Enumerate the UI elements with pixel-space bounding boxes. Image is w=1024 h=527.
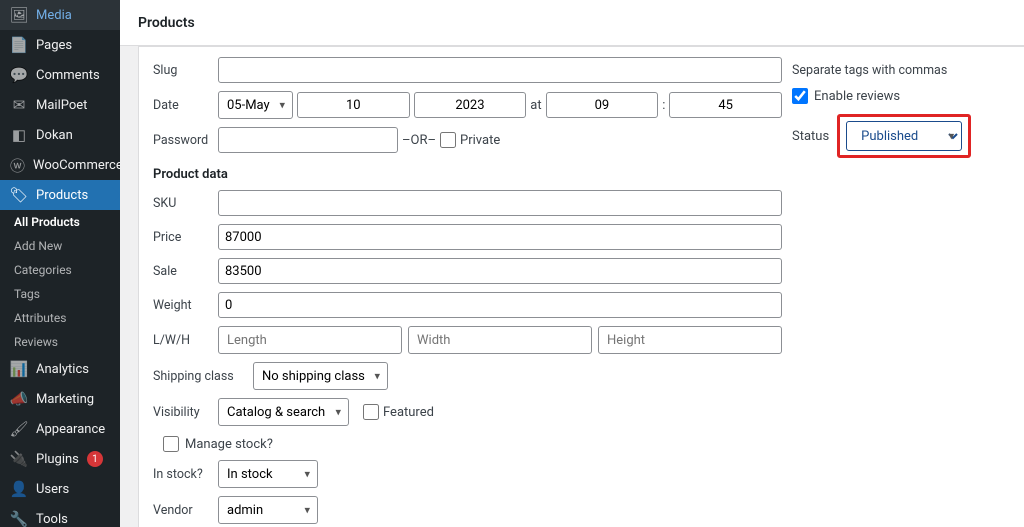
sku-input[interactable] [218,190,782,216]
menu-icon: 📣 [10,390,28,408]
lwh-label: L/W/H [153,333,218,348]
menu-icon: ◧ [10,126,28,144]
date-label: Date [153,98,218,113]
menu-icon: 🔧 [10,510,28,527]
sale-label: Sale [153,264,218,279]
sidebar-sub-attributes[interactable]: Attributes [0,306,120,330]
products-icon: 🏷 [10,186,28,204]
month-select[interactable]: 05-May [218,91,293,119]
enable-reviews-checkbox[interactable] [792,88,808,104]
sidebar-item-tools[interactable]: 🔧 Tools [0,504,120,527]
sidebar-item-label: Appearance [36,422,105,437]
sidebar-item-label: WooCommerce [33,158,123,173]
sidebar-item-label: Tools [36,512,68,527]
sidebar-item-plugins[interactable]: 🔌 Plugins 1 [0,444,120,474]
sidebar-item-label: Products [36,188,88,203]
status-label: Status [792,129,829,144]
main-area: Products ⚑ Activity Slug Date 05-May [120,0,1024,527]
menu-icon: 🔌 [10,450,28,468]
at-label: at [530,98,541,113]
sidebar-item-label: Media [36,8,72,23]
sidebar-item-label: Dokan [36,128,73,143]
menu-icon: ⓦ [10,156,25,174]
menu-icon: ✉ [10,96,28,114]
sidebar-item-label: Comments [36,68,100,83]
shipping-class-select[interactable]: No shipping class [253,362,388,390]
sidebar-sub-tags[interactable]: Tags [0,282,120,306]
hour-input[interactable] [546,92,659,118]
status-select[interactable]: Published [846,121,962,151]
day-input[interactable] [297,92,410,118]
weight-label: Weight [153,298,218,313]
sidebar-item-analytics[interactable]: 📊 Analytics [0,354,120,384]
sidebar-item-label: Analytics [36,362,89,377]
sidebar-item-label: MailPoet [36,98,87,113]
menu-icon: 🖌 [10,420,28,438]
tags-note: Separate tags with commas [792,63,1024,78]
vendor-select[interactable]: admin [218,496,318,524]
product-data-heading: Product data [153,167,782,182]
menu-icon: 🖼 [10,6,28,24]
page-header: Products ⚑ Activity [120,0,1024,46]
status-highlight: Published [837,114,971,158]
enable-reviews-label: Enable reviews [814,89,900,104]
sidebar-item-pages[interactable]: 📄 Pages [0,30,120,60]
featured-label: Featured [383,405,434,420]
weight-input[interactable] [218,292,782,318]
menu-icon: 📄 [10,36,28,54]
password-label: Password [153,133,218,148]
minute-input[interactable] [669,92,782,118]
height-input[interactable] [598,326,782,354]
sidebar-item-label: Users [36,482,69,497]
sidebar-item-comments[interactable]: 💬 Comments [0,60,120,90]
menu-icon: 👤 [10,480,28,498]
sku-label: SKU [153,196,218,211]
sidebar-sub-add-new[interactable]: Add New [0,234,120,258]
visibility-label: Visibility [153,405,218,420]
sidebar-sub-reviews[interactable]: Reviews [0,330,120,354]
sidebar-item-woocommerce[interactable]: ⓦ WooCommerce [0,150,120,180]
sale-input[interactable] [218,258,782,284]
sidebar-sub-all-products[interactable]: All Products [0,210,120,234]
private-checkbox[interactable] [440,132,456,148]
instock-select[interactable]: In stock [218,460,318,488]
update-badge: 1 [87,451,103,467]
year-input[interactable] [414,92,527,118]
sidebar-item-users[interactable]: 👤 Users [0,474,120,504]
page-title: Products [138,15,195,31]
length-input[interactable] [218,326,402,354]
sidebar-item-products[interactable]: 🏷 Products [0,180,120,210]
or-label: –OR– [402,133,436,148]
admin-sidebar: 🖼 Media 📄 Pages 💬 Comments ✉ MailPoet ◧ Dokan ⓦ Woo… [0,0,120,527]
width-input[interactable] [408,326,592,354]
price-label: Price [153,230,218,245]
menu-icon: 💬 [10,66,28,84]
menu-icon: 📊 [10,360,28,378]
sidebar-sub-categories[interactable]: Categories [0,258,120,282]
sidebar-item-label: Plugins [36,452,79,467]
slug-input[interactable] [218,57,782,83]
featured-checkbox[interactable] [363,404,379,420]
price-input[interactable] [218,224,782,250]
sidebar-item-marketing[interactable]: 📣 Marketing [0,384,120,414]
instock-label: In stock? [153,467,218,482]
sidebar-item-label: Marketing [36,392,94,407]
slug-label: Slug [153,63,218,78]
sidebar-item-mailpoet[interactable]: ✉ MailPoet [0,90,120,120]
manage-stock-label: Manage stock? [185,437,273,452]
sidebar-item-media[interactable]: 🖼 Media [0,0,120,30]
shipping-class-label: Shipping class [153,369,253,384]
private-label: Private [460,133,500,148]
sidebar-item-label: Pages [36,38,72,53]
vendor-label: Vendor [153,503,218,518]
password-input[interactable] [218,127,398,153]
sidebar-item-appearance[interactable]: 🖌 Appearance [0,414,120,444]
manage-stock-checkbox[interactable] [163,436,179,452]
sidebar-item-dokan[interactable]: ◧ Dokan [0,120,120,150]
visibility-select[interactable]: Catalog & search [218,398,349,426]
quick-edit-panel: Slug Date 05-May at : Password [138,46,1024,527]
